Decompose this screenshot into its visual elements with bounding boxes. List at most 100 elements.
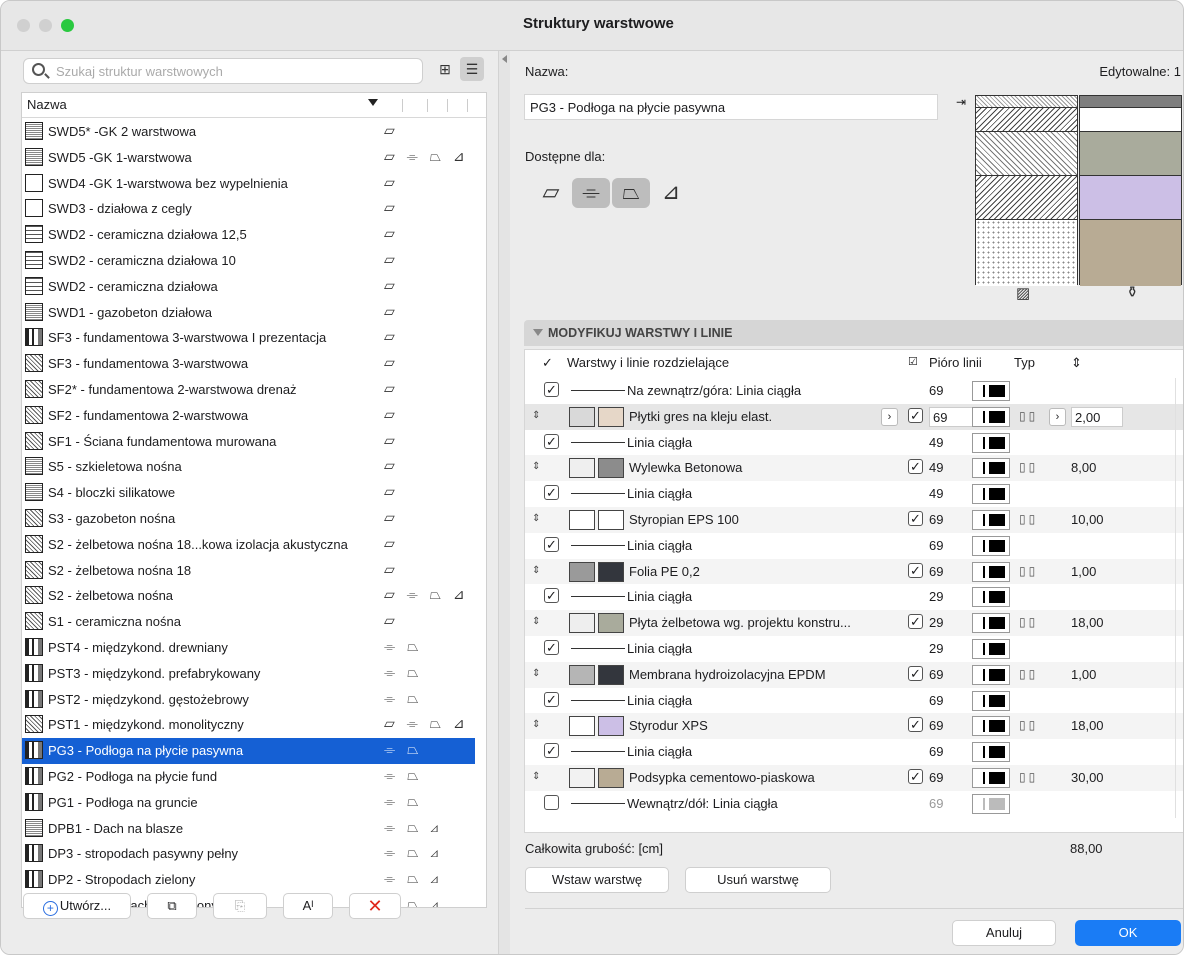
layer-row[interactable]: ⇕ Folia PE 0,2 ✓ 69 ▯▯ 1,00 bbox=[525, 558, 1183, 585]
layer-fill-swatch[interactable] bbox=[598, 768, 624, 788]
layer-fill-swatch[interactable] bbox=[598, 561, 624, 582]
list-item[interactable]: S5 - szkieletowa nośna ⏥ bbox=[22, 454, 475, 480]
list-item[interactable]: DPB1 - Dach na blasze ⌯ ⏢ ⊿ bbox=[22, 816, 475, 842]
line-visible-checkbox[interactable]: ✓ bbox=[544, 433, 559, 449]
list-item[interactable]: SWD2 - ceramiczna działowa 10 ⏥ bbox=[22, 248, 475, 274]
list-item[interactable]: SF1 - Ściana fundamentowa murowana ⏥ bbox=[22, 429, 475, 455]
list-item[interactable]: SWD5 -GK 1-warstwowa ⏥ ⌯ ⏢ ⊿ bbox=[22, 145, 475, 171]
panel-splitter[interactable] bbox=[498, 51, 510, 954]
layer-row[interactable]: ⇕ Podsypka cementowo-piaskowa ✓ 69 ▯▯ 30,00 bbox=[525, 765, 1183, 791]
layer-type-icon[interactable]: ▯▯ bbox=[1019, 667, 1038, 681]
pen-number[interactable]: 69 bbox=[929, 718, 943, 733]
list-view-icon[interactable]: ☰ bbox=[460, 57, 484, 81]
table-scrollbar[interactable] bbox=[1175, 378, 1176, 818]
shell-tool-icon[interactable]: ⊿ bbox=[652, 178, 690, 208]
drag-handle-icon[interactable]: ⇕ bbox=[532, 461, 540, 472]
drag-handle-icon[interactable]: ⇕ bbox=[532, 668, 540, 679]
layer-thickness[interactable]: 8,00 bbox=[1071, 460, 1096, 475]
layer-hatch-swatch[interactable] bbox=[569, 613, 595, 634]
sort-arrow-icon[interactable] bbox=[368, 99, 378, 106]
separator-line-row[interactable]: ✓ Na zewnątrz/góra: Linia ciągła 69 bbox=[525, 378, 1183, 404]
separator-line-row[interactable]: ✓ Linia ciągła 69 bbox=[525, 688, 1183, 714]
ok-button[interactable]: OK bbox=[1075, 920, 1181, 946]
list-item[interactable]: SWD1 - gazobeton działowa ⏥ bbox=[22, 300, 475, 326]
list-item[interactable]: DP2 - Stropodach zielony ⌯ ⏢ ⊿ bbox=[22, 867, 475, 893]
pen-number[interactable]: 69 bbox=[929, 538, 943, 553]
list-item[interactable]: S2 - żelbetowa nośna ⏥ ⌯ ⏢ ⊿ bbox=[22, 583, 475, 609]
import-button[interactable]: ⎘ bbox=[213, 893, 267, 919]
line-visible-checkbox[interactable]: ✓ bbox=[544, 691, 559, 707]
pen-number[interactable]: 29 bbox=[929, 641, 943, 656]
line-weight-selector[interactable] bbox=[972, 458, 1010, 479]
search-field[interactable]: Szukaj struktur warstwowych bbox=[23, 58, 423, 84]
pen-number[interactable]: 69 bbox=[929, 770, 943, 785]
list-item[interactable]: S4 - bloczki silikatowe ⏥ bbox=[22, 480, 475, 506]
layer-row[interactable]: ⇕ Płytki gres na kleju elast. › ✓ 69 ▯▯ › 2,00 bbox=[525, 403, 1183, 430]
minimize-window-button[interactable] bbox=[39, 19, 52, 32]
disclosure-triangle-icon[interactable] bbox=[533, 329, 543, 336]
line-weight-selector[interactable] bbox=[972, 742, 1010, 763]
line-weight-selector[interactable] bbox=[972, 535, 1010, 556]
type-chevron-icon[interactable]: › bbox=[1049, 407, 1066, 426]
drag-handle-icon[interactable]: ⇕ bbox=[532, 565, 540, 576]
line-weight-selector[interactable] bbox=[972, 432, 1010, 453]
insert-layer-button[interactable]: Wstaw warstwę bbox=[525, 867, 669, 893]
list-item[interactable]: SWD2 - ceramiczna działowa ⏥ bbox=[22, 274, 475, 300]
layer-type-icon[interactable]: ▯▯ bbox=[1019, 718, 1038, 732]
line-visible-checkbox[interactable]: ✓ bbox=[544, 536, 559, 552]
list-item[interactable]: PST3 - międzykond. prefabrykowany ⌯ ⏢ bbox=[22, 661, 475, 687]
line-visible-checkbox[interactable]: ✓ bbox=[544, 485, 559, 501]
separator-line-row[interactable]: ✓ Linia ciągła 69 bbox=[525, 533, 1183, 559]
list-item[interactable]: S3 - gazobeton nośna ⏥ bbox=[22, 506, 475, 532]
pen-number[interactable]: 29 bbox=[929, 615, 943, 630]
line-weight-selector[interactable] bbox=[972, 639, 1010, 659]
separator-line-row[interactable]: ✓ Linia ciągła 29 bbox=[525, 636, 1183, 662]
slab-tool-icon[interactable]: ⌯ bbox=[572, 178, 610, 208]
pen-number[interactable]: 69 bbox=[929, 383, 943, 398]
line-weight-selector[interactable] bbox=[972, 381, 1010, 401]
wall-tool-icon[interactable]: ⏥ bbox=[532, 178, 570, 208]
layer-fill-swatch[interactable] bbox=[598, 716, 624, 737]
layer-material-name[interactable]: Płytki gres na kleju elast. bbox=[629, 409, 772, 424]
layer-material-name[interactable]: Styropian EPS 100 bbox=[629, 512, 739, 527]
layer-thickness[interactable]: 30,00 bbox=[1071, 770, 1104, 785]
layer-type-icon[interactable]: ▯▯ bbox=[1019, 615, 1038, 629]
line-weight-selector[interactable] bbox=[972, 664, 1010, 685]
layer-thickness[interactable]: 1,00 bbox=[1071, 564, 1096, 579]
pen-number[interactable]: 49 bbox=[929, 486, 943, 501]
line-weight-selector[interactable] bbox=[972, 484, 1010, 505]
line-visible-checkbox[interactable] bbox=[544, 794, 559, 810]
layer-thickness[interactable]: 1,00 bbox=[1071, 667, 1096, 682]
layer-material-name[interactable]: Płyta żelbetowa wg. projektu konstru... bbox=[629, 615, 851, 630]
name-input[interactable]: PG3 - Podłoga na płycie pasywna bbox=[524, 94, 938, 120]
line-visible-checkbox[interactable]: ✓ bbox=[544, 382, 559, 397]
layer-material-name[interactable]: Podsypka cementowo-piaskowa bbox=[629, 770, 815, 785]
separator-line-row[interactable]: ✓ Linia ciągła 49 bbox=[525, 430, 1183, 456]
pen-number[interactable]: 69 bbox=[929, 564, 943, 579]
layer-fill-swatch[interactable] bbox=[598, 510, 624, 530]
separator-line-row[interactable]: ✓ Linia ciągła 29 bbox=[525, 584, 1183, 610]
line-weight-selector[interactable] bbox=[972, 406, 1010, 427]
list-item[interactable]: SF2* - fundamentowa 2-warstwowa drenaż ⏥ bbox=[22, 377, 475, 403]
separator-line-row[interactable]: ✓ Linia ciągła 49 bbox=[525, 481, 1183, 507]
line-weight-selector[interactable] bbox=[972, 561, 1010, 582]
layer-type-icon[interactable]: ▯▯ bbox=[1019, 409, 1038, 423]
list-item[interactable]: S1 - ceramiczna nośna ⏥ bbox=[22, 609, 475, 635]
layer-thickness[interactable]: 18,00 bbox=[1071, 615, 1104, 630]
list-item[interactable]: SWD2 - ceramiczna działowa 12,5 ⏥ bbox=[22, 222, 475, 248]
delete-layer-button[interactable]: Usuń warstwę bbox=[685, 867, 831, 893]
list-item[interactable]: DP3 - stropodach pasywny pełny ⌯ ⏢ ⊿ bbox=[22, 841, 475, 867]
list-item[interactable]: S2 - żelbetowa nośna 18...kowa izolacja … bbox=[22, 532, 475, 558]
rename-button[interactable]: Aᴵ bbox=[283, 893, 333, 919]
list-item[interactable]: SWD5* -GK 2 warstwowa ⏥ bbox=[22, 119, 475, 145]
list-item[interactable]: PG2 - Podłoga na płycie fund ⌯ ⏢ bbox=[22, 764, 475, 790]
list-item[interactable]: PST1 - międzykond. monolityczny ⏥ ⌯ ⏢ ⊿ bbox=[22, 712, 475, 738]
name-column-header[interactable]: Nazwa bbox=[27, 97, 67, 112]
separator-line-row[interactable]: ✓ Linia ciągła 69 bbox=[525, 739, 1183, 765]
folder-view-icon[interactable]: ⊞ bbox=[433, 57, 457, 81]
close-window-button[interactable] bbox=[17, 19, 30, 32]
list-item[interactable]: PST4 - międzykond. drewniany ⌯ ⏢ bbox=[22, 635, 475, 661]
layer-row[interactable]: ⇕ Styrodur XPS ✓ 69 ▯▯ 18,00 bbox=[525, 713, 1183, 740]
layer-material-name[interactable]: Folia PE 0,2 bbox=[629, 564, 700, 579]
zoom-window-button[interactable] bbox=[61, 19, 74, 32]
